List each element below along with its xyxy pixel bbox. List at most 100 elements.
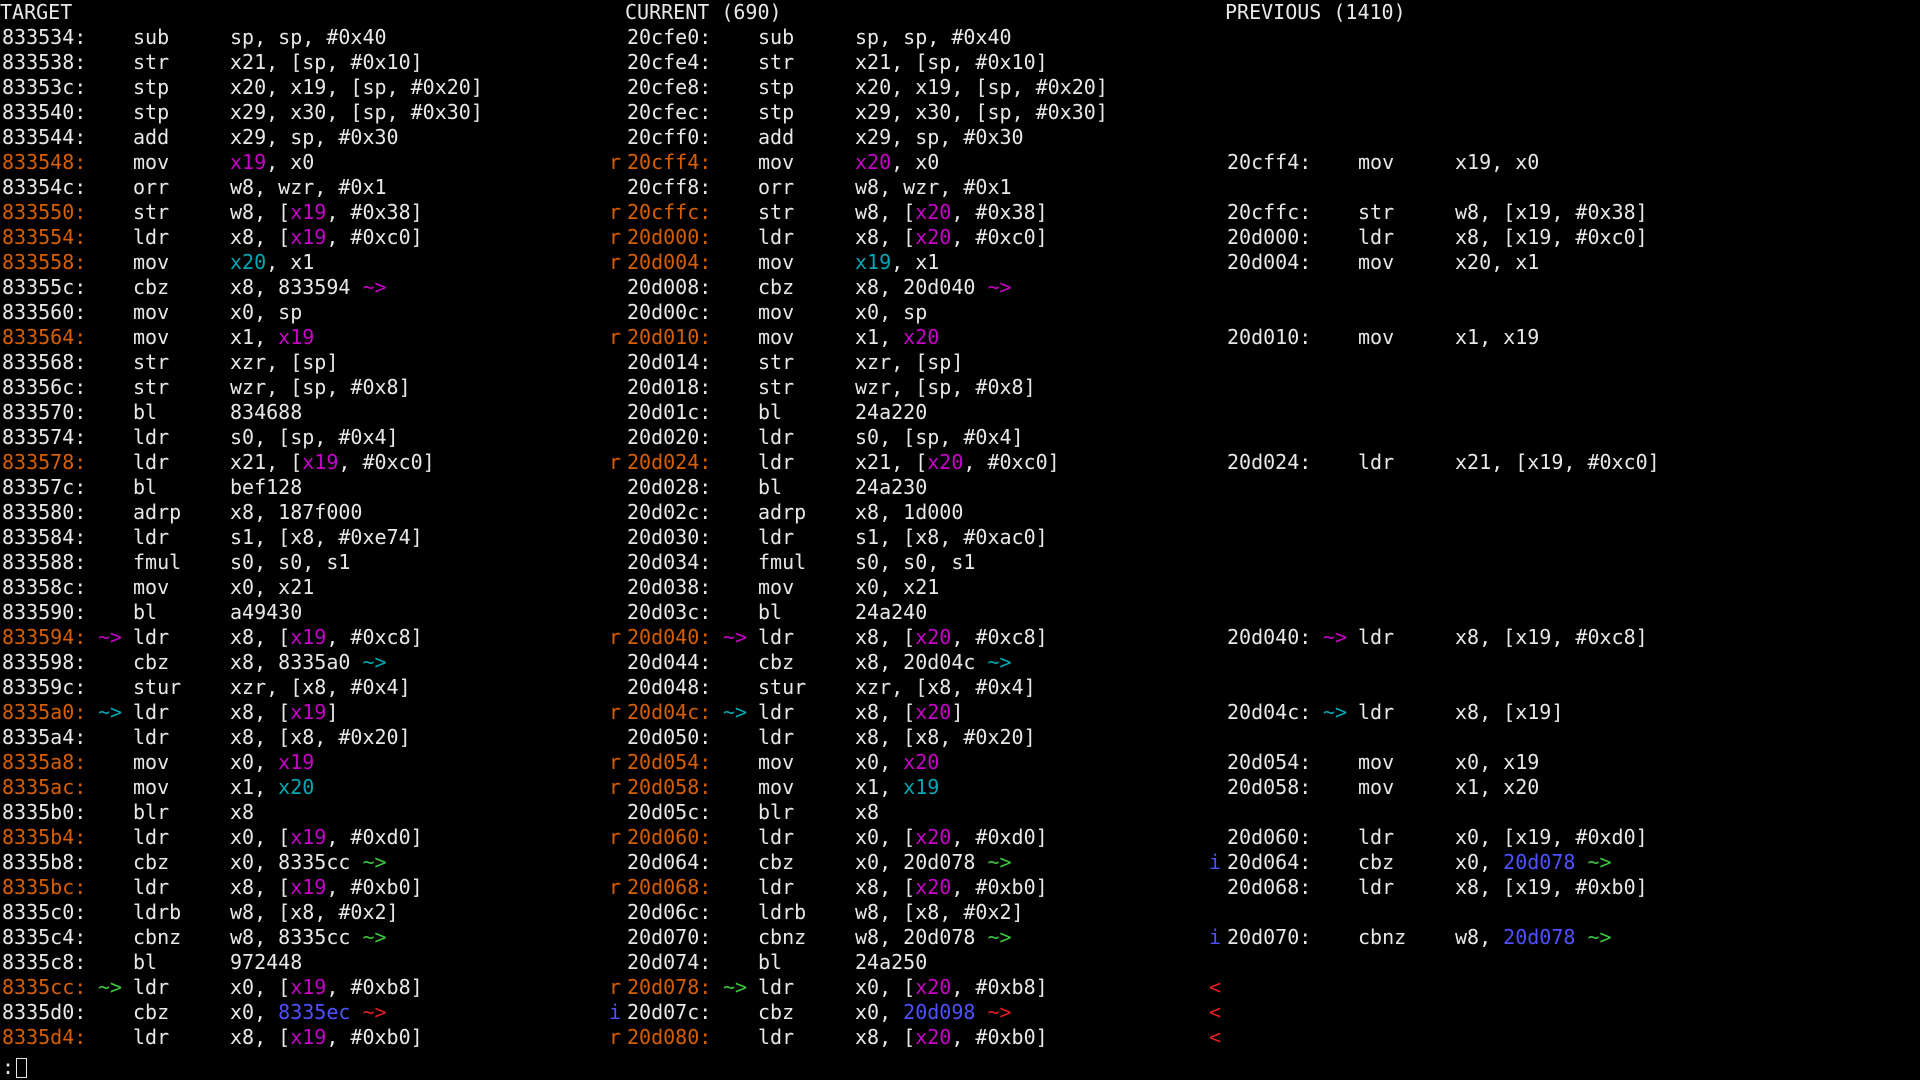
operand-segment: w8, wzr, #0x1 [855, 175, 1012, 199]
instruction-row: 83356c: str wzr, [sp, #0x8] [0, 375, 411, 400]
instruction-row [1225, 800, 1406, 825]
branch-arrow: ~> [987, 650, 1012, 674]
instruction-row: r 20d000: ldr x8, [x20, #0xc0] [609, 225, 1048, 250]
instruction-address: 833598: [2, 650, 87, 674]
operand-segment: x8, [x19, #0xc8] [1455, 625, 1648, 649]
operand-segment: x8, [ [230, 225, 291, 249]
instruction-address: 83358c: [2, 575, 87, 599]
instruction-mnemonic: str [133, 50, 170, 74]
instruction-row: 20d050: ldr x8, [x8, #0x20] [625, 725, 1036, 750]
instruction-mnemonic: str [758, 350, 795, 374]
command-prompt[interactable]: : [2, 1055, 28, 1080]
instruction-row: 833558: mov x20, x1 [0, 250, 314, 275]
operand-segment: ] [326, 700, 339, 724]
instruction-mnemonic: mov [1358, 150, 1395, 174]
instruction-mnemonic: stur [133, 675, 182, 699]
instruction-row: < [1209, 975, 1406, 1000]
instruction-mnemonic: str [133, 375, 170, 399]
instruction-row: r 20d078: ~> ldr x0, [x20, #0xb8] [609, 975, 1048, 1000]
instruction-operands: xzr, [sp] [230, 350, 338, 375]
instruction-address: 8335b0: [2, 800, 87, 824]
instruction-mnemonic: add [758, 125, 795, 149]
instruction-mnemonic: mov [1358, 250, 1395, 274]
operand-segment: s0, [sp, #0x4] [855, 425, 1024, 449]
operand-segment: x8, [ [855, 625, 916, 649]
instruction-mnemonic: bl [758, 600, 783, 624]
instruction-row: 20cfec: stp x29, x30, [sp, #0x30] [625, 100, 1108, 125]
instruction-address: 20d040: [627, 625, 712, 649]
instruction-address: 20d014: [627, 350, 712, 374]
instruction-row: 8335b4: ldr x0, [x19, #0xd0] [0, 825, 423, 850]
instruction-address: 20d074: [627, 950, 712, 974]
instruction-mnemonic: cbz [133, 650, 170, 674]
instruction-operands: x20, x19, [sp, #0x20] [230, 75, 483, 100]
instruction-row: 20cffc: str w8, [x19, #0x38] [1225, 200, 1648, 225]
instruction-address: 833538: [2, 50, 87, 74]
operand-segment: x19 [290, 625, 327, 649]
instruction-operands: x0, [x19, #0xd0] [230, 825, 423, 850]
operand-segment: wzr, [sp, #0x8] [230, 375, 411, 399]
instruction-operands: 24a220 [855, 400, 927, 425]
instruction-mnemonic: orr [758, 175, 795, 199]
instruction-address: 20d044: [627, 650, 712, 674]
operand-segment: x20 [915, 825, 952, 849]
instruction-mnemonic: ldr [133, 225, 170, 249]
instruction-mnemonic: mov [758, 300, 795, 324]
branch-target-arrow: ~> [723, 700, 748, 724]
instruction-mnemonic: mov [133, 575, 170, 599]
instruction-operands: x0, sp [230, 300, 302, 325]
operand-segment: , x0 [266, 150, 315, 174]
instruction-row: 20d060: ldr x0, [x19, #0xd0] [1225, 825, 1648, 850]
terminal-cursor[interactable] [16, 1058, 28, 1078]
operand-segment: w8, wzr, #0x1 [230, 175, 387, 199]
instruction-address: 833550: [2, 200, 87, 224]
operand-segment: x19 [290, 875, 327, 899]
instruction-row: r 20d060: ldr x0, [x20, #0xd0] [609, 825, 1048, 850]
instruction-address: 20d048: [627, 675, 712, 699]
instruction-operands: sp, sp, #0x40 [230, 25, 387, 50]
instruction-address: 833584: [2, 525, 87, 549]
instruction-address: 20d058: [1227, 775, 1312, 799]
instruction-row: 20d020: ldr s0, [sp, #0x4] [625, 425, 1024, 450]
operand-segment: x8, 187f000 [230, 500, 363, 524]
instruction-row: 20d074: bl 24a250 [625, 950, 927, 975]
instruction-operands: x29, sp, #0x30 [855, 125, 1024, 150]
operand-segment: s0, [sp, #0x4] [230, 425, 399, 449]
operand-segment: x20 [915, 225, 952, 249]
operand-segment: , x1 [266, 250, 315, 274]
instruction-row [1225, 125, 1406, 150]
operand-segment: x29, sp, #0x30 [230, 125, 399, 149]
instruction-operands: x8, [x20, #0xc0] [855, 225, 1048, 250]
instruction-address: 8335c8: [2, 950, 87, 974]
instruction-address: 20d010: [627, 325, 712, 349]
operand-segment: x0, [230, 1000, 279, 1024]
instruction-address: 833534: [2, 25, 87, 49]
instruction-operands: x0, [x19, #0xb8] [230, 975, 423, 1000]
diff-marker: < [1208, 1000, 1221, 1024]
instruction-row [1225, 300, 1406, 325]
instruction-row: 8335b8: cbz x0, 8335cc ~> [0, 850, 387, 875]
instruction-row: r 20d068: ldr x8, [x20, #0xb0] [609, 875, 1048, 900]
instruction-row [1225, 950, 1406, 975]
branch-target-arrow: ~> [723, 625, 748, 649]
instruction-address: 20d054: [1227, 750, 1312, 774]
instruction-mnemonic: mov [133, 325, 170, 349]
instruction-operands: x8, [x19, #0xc8] [1455, 625, 1648, 650]
instruction-row: 8335b0: blr x8 [0, 800, 254, 825]
instruction-address: 83354c: [2, 175, 87, 199]
instruction-operands: x0, 8335ec ~> [230, 1000, 387, 1025]
operand-segment: x29, x30, [sp, #0x30] [230, 100, 483, 124]
operand-segment: , #0xb0] [951, 875, 1048, 899]
instruction-row: 20d038: mov x0, x21 [625, 575, 939, 600]
instruction-operands: x8, 20d04c ~> [855, 650, 1012, 675]
target-header: TARGET [0, 0, 73, 24]
instruction-mnemonic: ldr [133, 450, 170, 474]
instruction-mnemonic: stp [133, 100, 170, 124]
operand-segment: , #0xb0] [326, 875, 423, 899]
operand-segment: x1, x20 [1455, 775, 1540, 799]
operand-segment: x0, [855, 1000, 904, 1024]
operand-segment: x20 [915, 200, 952, 224]
instruction-row: 20d04c: ~> ldr x8, [x19] [1225, 700, 1563, 725]
operand-segment: x19 [278, 325, 315, 349]
operand-segment: , #0xc0] [963, 450, 1060, 474]
